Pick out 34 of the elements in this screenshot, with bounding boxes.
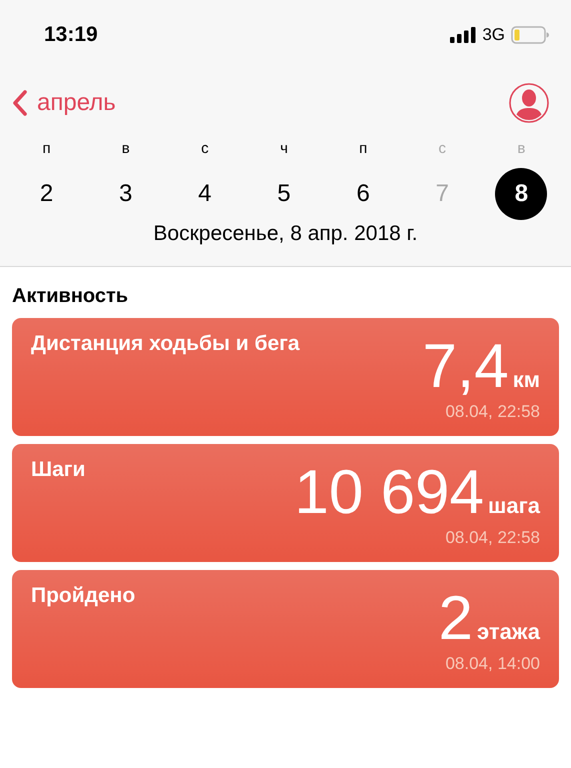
metric-unit: этажа	[477, 619, 540, 645]
clock-time: 13:19	[44, 23, 98, 47]
weekday-label: с	[201, 140, 209, 157]
timestamp: 08.04, 22:58	[445, 528, 540, 548]
day-number[interactable]: 4	[178, 168, 231, 220]
metric-value: 10 694	[294, 462, 484, 524]
weekday-label: п	[359, 140, 368, 157]
metric-value: 7,4	[422, 336, 509, 398]
section-title: Активность	[12, 285, 130, 308]
weekday-label: п	[42, 140, 51, 157]
signal-icon	[450, 27, 476, 43]
metric-value: 2	[438, 588, 474, 650]
network-label: 3G	[482, 25, 505, 45]
battery-icon	[511, 26, 549, 44]
day-number[interactable]: 3	[100, 168, 152, 220]
weekday-label: в	[122, 140, 130, 157]
day-number[interactable]: 2	[20, 168, 73, 220]
weekday-label: ч	[280, 140, 288, 157]
day-number[interactable]: 5	[258, 168, 310, 220]
timestamp: 08.04, 14:00	[445, 654, 540, 674]
card-title: Пройдено	[31, 584, 136, 609]
weekday-label: с	[438, 140, 446, 157]
timestamp: 08.04, 22:58	[445, 402, 540, 422]
card-title: Дистанция ходьбы и бега	[31, 332, 300, 357]
metric-unit: шага	[488, 493, 540, 519]
day-number[interactable]: 6	[337, 168, 390, 220]
chevron-left-icon	[12, 89, 28, 117]
card-title: Шаги	[31, 458, 86, 483]
day-number[interactable]: 8	[495, 168, 548, 220]
weekday-label: в	[517, 140, 526, 157]
profile-avatar-icon[interactable]	[509, 83, 549, 123]
back-button[interactable]: апрель	[12, 89, 116, 117]
date-label: Воскресенье, 8 апр. 2018 г.	[152, 222, 419, 246]
metric-unit: км	[512, 367, 540, 393]
